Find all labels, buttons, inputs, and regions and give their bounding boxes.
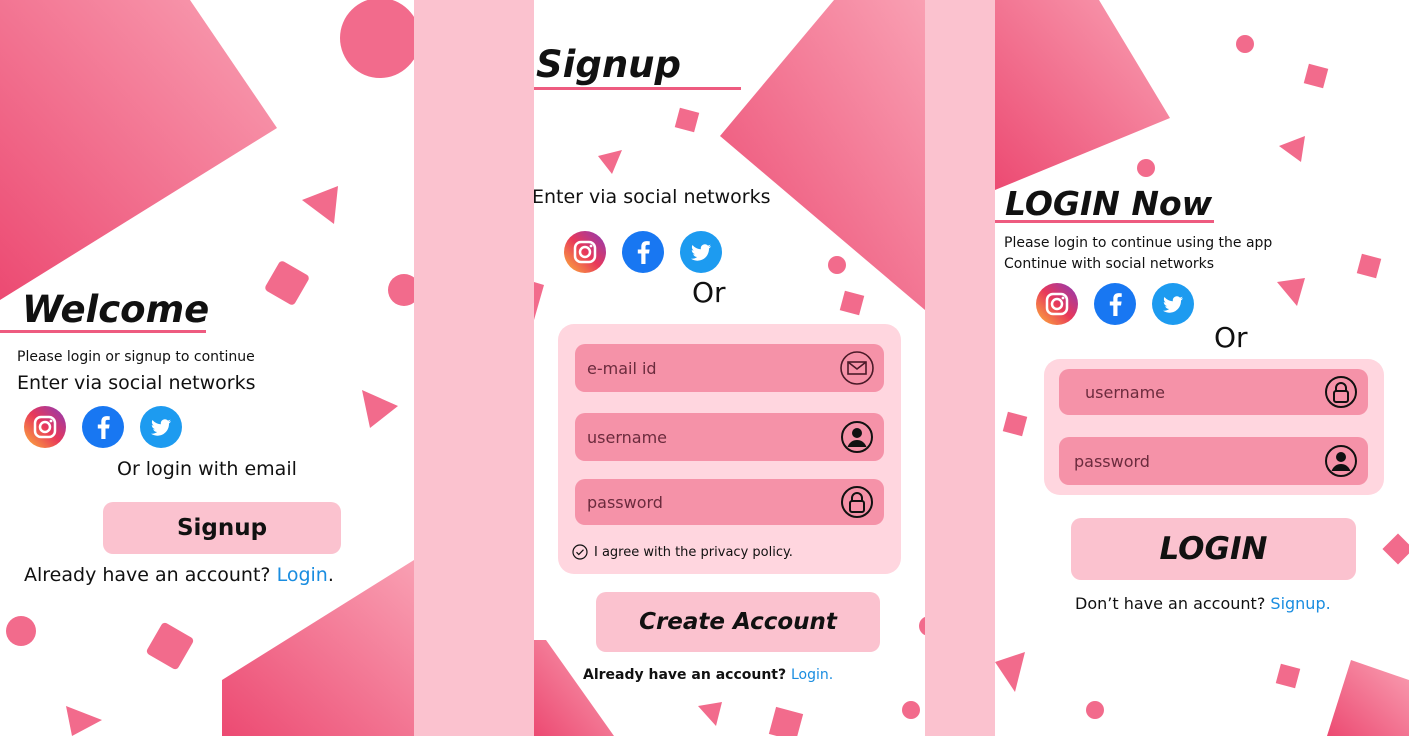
email-field[interactable]: e-mail id: [575, 344, 884, 392]
welcome-title: Welcome: [22, 288, 210, 331]
mail-icon: [840, 351, 874, 385]
title-underline: [995, 220, 1214, 223]
title-underline: [534, 87, 741, 90]
signup-title: Signup: [536, 43, 681, 86]
small-triangle-shape-3: [66, 706, 102, 736]
checkbox-check-icon[interactable]: [572, 544, 588, 560]
signup-button[interactable]: Signup: [103, 502, 341, 554]
design-canvas: Welcome Please login or signup to contin…: [0, 0, 1409, 736]
circle-shape: [1236, 35, 1254, 53]
already-account-text: Already have an account?: [583, 667, 787, 683]
user-icon: [1325, 445, 1357, 477]
small-triangle-shape: [598, 150, 622, 174]
small-triangle-shape: [302, 186, 338, 224]
circle-shape-3: [6, 616, 36, 646]
circle-shape: [828, 256, 846, 274]
square-shape-4: [1275, 663, 1301, 689]
footer-period: .: [327, 564, 334, 586]
privacy-agree-text: I agree with the privacy policy.: [594, 544, 793, 560]
already-account-row: Already have an account? Login.: [24, 564, 334, 586]
circle-shape: [340, 0, 414, 78]
or-login-email-text: Or login with email: [117, 458, 297, 480]
username-placeholder: username: [587, 427, 667, 447]
square-shape: [674, 107, 700, 133]
square-shape-2: [1356, 253, 1382, 279]
divider-strip-left: [414, 0, 534, 736]
circle-shape-2: [1137, 159, 1155, 177]
login-link[interactable]: Login.: [791, 667, 833, 683]
circle-shape-3: [1086, 701, 1104, 719]
divider-strip-right: [925, 0, 995, 736]
twitter-icon[interactable]: [1152, 283, 1194, 325]
username-field[interactable]: username: [1059, 369, 1368, 415]
password-field[interactable]: password: [1059, 437, 1368, 485]
already-account-text: Already have an account?: [24, 564, 271, 586]
no-account-text: Don’t have an account?: [1075, 594, 1266, 613]
social-login-row: [564, 231, 722, 273]
twitter-icon[interactable]: [140, 406, 182, 448]
social-heading: Enter via social networks: [17, 372, 256, 394]
signup-link[interactable]: Signup.: [1270, 594, 1330, 613]
no-account-row: Don’t have an account? Signup.: [1075, 594, 1331, 613]
facebook-icon[interactable]: [82, 406, 124, 448]
small-triangle-shape-2: [698, 702, 722, 726]
welcome-subtitle: Please login or signup to continue: [17, 349, 255, 365]
password-placeholder: password: [587, 492, 663, 512]
login-subtitle: Please login to continue using the app: [1004, 235, 1273, 251]
small-triangle-shape-3: [995, 652, 1025, 692]
square-shape: [265, 261, 309, 305]
password-field[interactable]: password: [575, 479, 884, 525]
login-button[interactable]: LOGIN: [1071, 518, 1356, 580]
create-account-button[interactable]: Create Account: [596, 592, 880, 652]
twitter-icon[interactable]: [680, 231, 722, 273]
already-account-row: Already have an account? Login.: [583, 667, 833, 683]
login-title: LOGIN Now: [1005, 184, 1213, 223]
signup-form-card: e-mail id username password I agree with…: [558, 324, 901, 574]
social-login-row: [24, 406, 182, 448]
signup-screen: Signup Enter via social networks Or e-ma…: [534, 0, 925, 736]
privacy-agree-row[interactable]: I agree with the privacy policy.: [572, 544, 793, 560]
or-text: Or: [692, 276, 726, 309]
social-heading: Enter via social networks: [534, 186, 771, 208]
square-shape: [1303, 63, 1329, 89]
bottom-corner-shape: [1327, 660, 1409, 736]
login-screen: LOGIN Now Please login to continue using…: [995, 0, 1409, 736]
social-login-row: [1036, 283, 1194, 325]
email-placeholder: e-mail id: [587, 358, 657, 378]
lock-icon: [841, 486, 873, 518]
small-triangle-shape-2: [1277, 278, 1305, 306]
square-shape-2: [146, 622, 194, 670]
circle-shape-3: [919, 616, 925, 636]
circle-shape-2: [388, 274, 414, 306]
lock-icon: [1325, 376, 1357, 408]
password-placeholder: password: [1074, 451, 1150, 471]
small-triangle-shape-2: [362, 390, 398, 428]
big-triangle-shape: [720, 0, 925, 310]
username-field[interactable]: username: [575, 413, 884, 461]
welcome-screen: Welcome Please login or signup to contin…: [0, 0, 414, 736]
square-shape-3: [1002, 411, 1028, 437]
title-underline: [0, 330, 206, 333]
square-shape-3: [768, 706, 804, 736]
big-triangle-shape: [0, 0, 277, 300]
welcome-decorations: [0, 0, 414, 736]
instagram-icon[interactable]: [1036, 283, 1078, 325]
small-triangle-shape: [1279, 136, 1305, 162]
square-shape-2: [839, 290, 865, 316]
login-form-card: username password: [1044, 359, 1384, 495]
facebook-icon[interactable]: [622, 231, 664, 273]
username-placeholder: username: [1085, 382, 1165, 402]
user-icon: [841, 421, 873, 453]
facebook-icon[interactable]: [1094, 283, 1136, 325]
circle-shape-2: [902, 701, 920, 719]
diamond-shape: [1382, 533, 1409, 565]
edge-triangle-shape: [534, 282, 544, 320]
bottom-triangle-shape: [222, 560, 414, 736]
bottom-triangle-shape: [534, 640, 614, 736]
or-text: Or: [1214, 321, 1248, 354]
login-link[interactable]: Login: [277, 564, 328, 586]
instagram-icon[interactable]: [24, 406, 66, 448]
instagram-icon[interactable]: [564, 231, 606, 273]
social-heading: Continue with social networks: [1004, 256, 1215, 272]
